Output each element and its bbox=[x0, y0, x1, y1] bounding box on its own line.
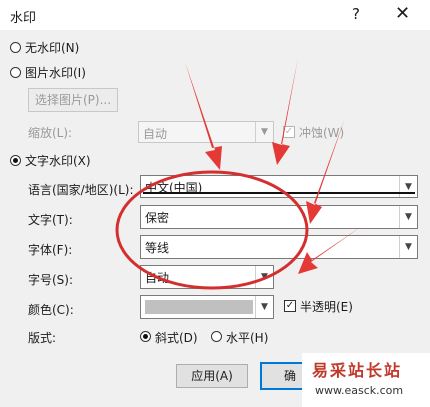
annotation-overlay bbox=[115, 58, 362, 290]
arrow-3 bbox=[306, 118, 345, 224]
site-logo: 易采站长站 bbox=[312, 361, 403, 380]
site-url: www.easck.com bbox=[315, 384, 404, 397]
highlight-ellipse bbox=[115, 170, 309, 290]
arrow-2 bbox=[272, 58, 298, 165]
arrow-1 bbox=[185, 62, 222, 170]
